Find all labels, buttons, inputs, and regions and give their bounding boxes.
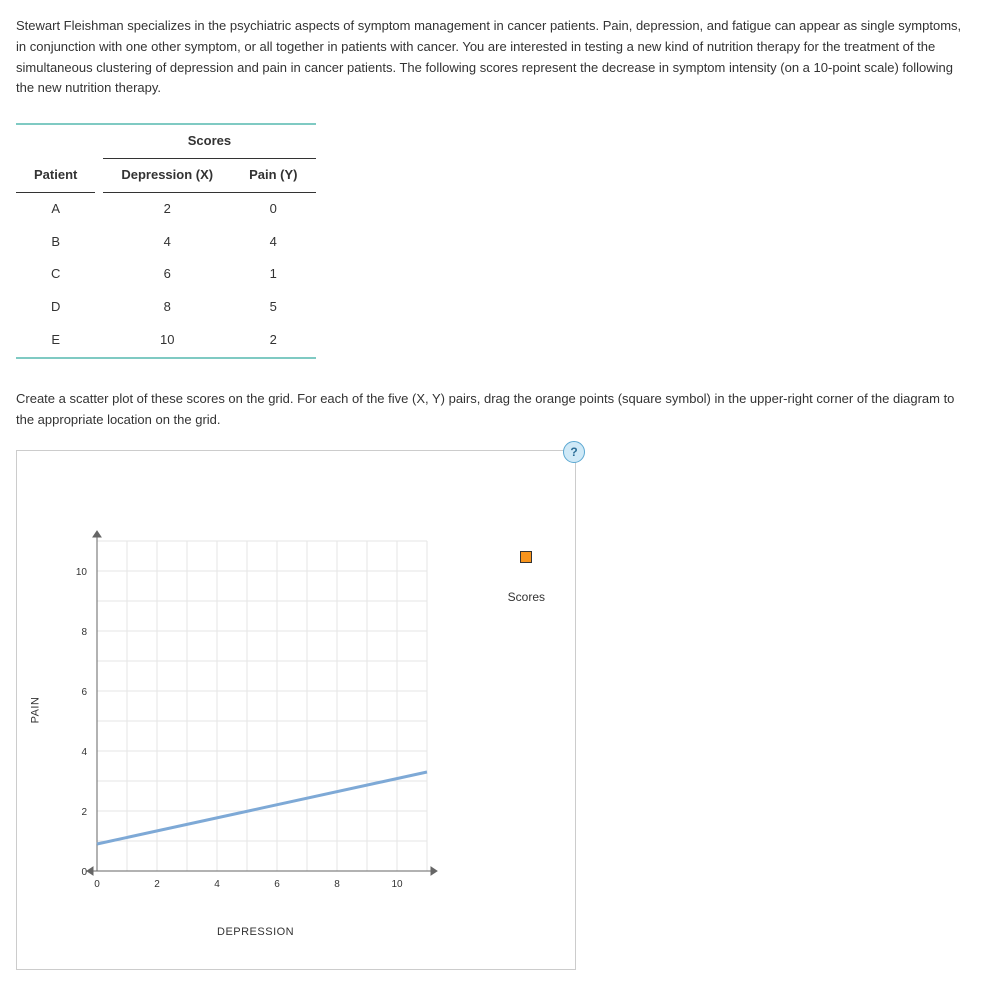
help-icon[interactable]: ?	[563, 441, 585, 463]
cell-y: 0	[231, 192, 315, 225]
table-row: A 2 0	[16, 192, 316, 225]
svg-text:0: 0	[94, 879, 100, 890]
legend-label: Scores	[508, 588, 545, 607]
cell-x: 8	[103, 291, 231, 324]
svg-text:2: 2	[81, 807, 87, 818]
svg-text:8: 8	[334, 879, 340, 890]
svg-text:2: 2	[154, 879, 160, 890]
y-tick-labels: 0 2 4 6 8 10	[76, 567, 88, 878]
axes	[87, 531, 437, 875]
table-row: E 10 2	[16, 324, 316, 358]
cell-patient: C	[16, 258, 95, 291]
cell-y: 5	[231, 291, 315, 324]
cell-x: 4	[103, 226, 231, 259]
cell-x: 6	[103, 258, 231, 291]
table-row: B 4 4	[16, 226, 316, 259]
legend: Scores	[508, 551, 545, 607]
cell-patient: B	[16, 226, 95, 259]
cell-x: 10	[103, 324, 231, 358]
svg-text:10: 10	[76, 567, 88, 578]
x-tick-labels: 0 2 4 6 8 10	[94, 879, 403, 890]
cell-patient: E	[16, 324, 95, 358]
col-patient: Patient	[16, 158, 95, 192]
plot-canvas[interactable]: 0 2 4 6 8 10 0 2 4 6 8 10	[47, 501, 467, 921]
score-table: Scores Patient Depression (X) Pain (Y) A…	[16, 123, 316, 359]
col-pain: Pain (Y)	[231, 158, 315, 192]
svg-text:4: 4	[81, 747, 87, 758]
table-row: C 6 1	[16, 258, 316, 291]
cell-y: 4	[231, 226, 315, 259]
col-depression: Depression (X)	[103, 158, 231, 192]
gridlines	[97, 541, 427, 871]
scatter-instruction: Create a scatter plot of these scores on…	[16, 389, 968, 431]
scores-header: Scores	[103, 124, 315, 158]
svg-text:8: 8	[81, 627, 87, 638]
x-axis-label: DEPRESSION	[217, 924, 294, 942]
cell-patient: A	[16, 192, 95, 225]
cell-patient: D	[16, 291, 95, 324]
score-table-wrapper: Scores Patient Depression (X) Pain (Y) A…	[16, 123, 968, 359]
scatter-plot-widget[interactable]: ? PAIN DEPRESSION Scores	[16, 450, 576, 970]
trend-line	[97, 772, 427, 844]
table-row: D 8 5	[16, 291, 316, 324]
cell-x: 2	[103, 192, 231, 225]
svg-text:6: 6	[81, 687, 87, 698]
svg-text:10: 10	[391, 879, 403, 890]
svg-text:4: 4	[214, 879, 220, 890]
draggable-point-icon[interactable]	[520, 551, 532, 563]
intro-paragraph: Stewart Fleishman specializes in the psy…	[16, 16, 968, 99]
svg-text:0: 0	[81, 867, 87, 878]
svg-text:6: 6	[274, 879, 280, 890]
cell-y: 2	[231, 324, 315, 358]
y-axis-label: PAIN	[28, 697, 46, 724]
cell-y: 1	[231, 258, 315, 291]
